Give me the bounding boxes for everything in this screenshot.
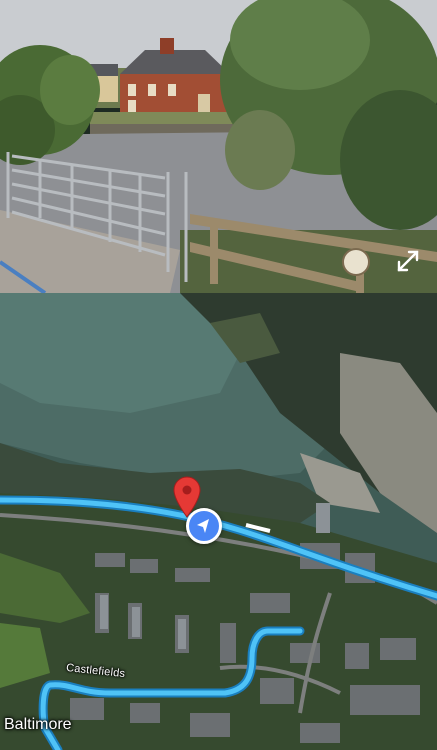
satellite-map[interactable]: Castlefields Baltimore [0, 293, 437, 750]
street-view-photo[interactable] [0, 0, 437, 293]
fullscreen-expand-icon[interactable] [395, 248, 421, 274]
street-view-scene [0, 0, 437, 293]
navigation-arrow-icon[interactable] [186, 508, 222, 544]
town-label: Baltimore [4, 716, 72, 733]
